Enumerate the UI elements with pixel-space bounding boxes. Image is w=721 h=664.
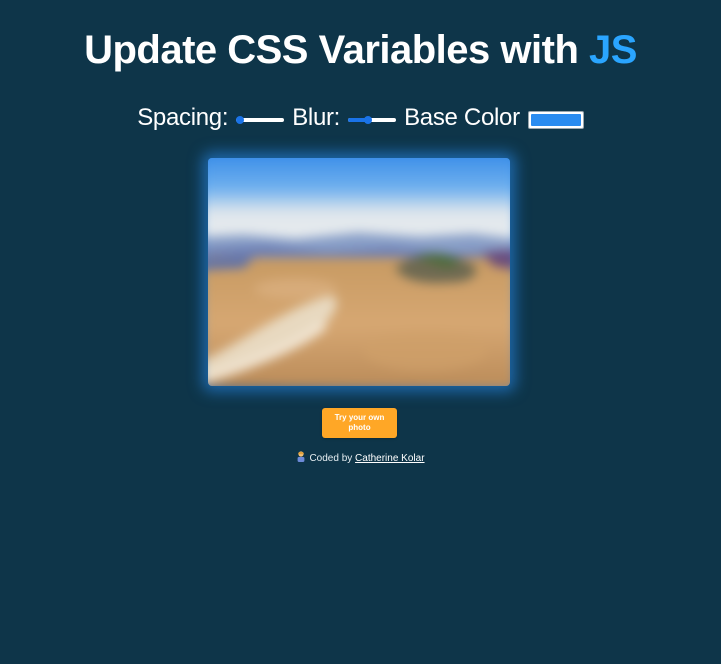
blur-slider[interactable] (348, 114, 397, 126)
spacing-slider[interactable] (236, 114, 285, 126)
blur-slider-thumb[interactable] (364, 116, 373, 124)
blur-label: Blur: (292, 104, 341, 131)
page-title-text: Update CSS Variables with (84, 28, 589, 72)
person-emoji-icon (298, 451, 305, 462)
page-title: Update CSS Variables with JS (0, 26, 721, 74)
base-color-picker[interactable] (527, 111, 584, 129)
photo-frame (208, 158, 510, 386)
spacing-label: Spacing: (137, 104, 229, 131)
landscape-photo (208, 158, 510, 386)
author-link[interactable]: Catherine Kolar (355, 453, 424, 464)
try-your-own-photo-button[interactable]: Try your own photo (322, 408, 397, 438)
page-title-highlight: JS (589, 28, 637, 72)
spacing-slider-thumb[interactable] (236, 116, 245, 124)
base-color-label: Base Color (404, 104, 520, 131)
credit-prefix: Coded by (309, 453, 356, 464)
base-color-swatch (530, 114, 581, 126)
credit-line: Coded by Catherine Kolar (0, 451, 721, 464)
controls-bar: Spacing: Blur: Base Color (0, 100, 721, 136)
